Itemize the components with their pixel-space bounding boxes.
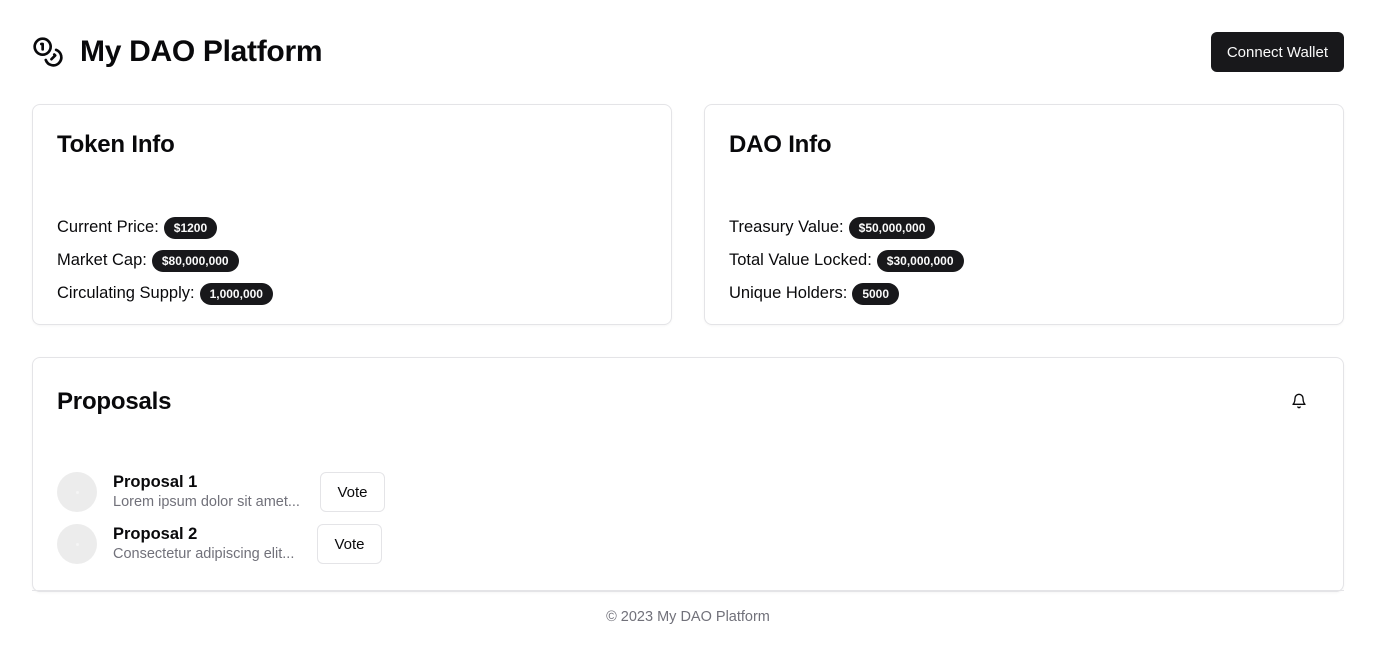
stat-label: Treasury Value: [729,218,844,236]
avatar [57,524,97,564]
proposal-title: Proposal 1 [113,473,198,491]
brand: My DAO Platform [32,35,323,69]
page-title: My DAO Platform [80,35,323,68]
stat-unique-holders: Unique Holders: 5000 [729,277,964,310]
token-info-title: Token Info [57,131,175,158]
stat-treasury-value: Treasury Value: $50,000,000 [729,211,964,244]
proposal-description: Lorem ipsum dolor sit amet... [113,494,300,510]
stat-badge: 5000 [852,282,900,305]
stat-badge: 1,000,000 [199,282,273,305]
vote-button[interactable]: Vote [317,524,382,564]
stat-label: Market Cap: [57,251,147,269]
stat-current-price: Current Price: $1200 [57,211,273,244]
vote-button[interactable]: Vote [320,472,385,512]
stat-badge: $1200 [163,216,218,239]
stat-circulating-supply: Circulating Supply: 1,000,000 [57,277,273,310]
stat-badge: $30,000,000 [876,249,964,272]
stat-market-cap: Market Cap: $80,000,000 [57,244,273,277]
footer: © 2023 My DAO Platform [32,590,1344,625]
list-item: Proposal 1 Lorem ipsum dolor sit amet...… [57,472,385,512]
stat-badge: $50,000,000 [848,216,936,239]
proposals-card: Proposals Proposal 1 Lorem ipsum dolor s… [32,357,1344,592]
stat-label: Unique Holders: [729,284,848,302]
avatar [57,472,97,512]
stat-label: Current Price: [57,218,159,236]
stat-badge: $80,000,000 [151,249,239,272]
token-stats: Current Price: $1200 Market Cap: $80,000… [57,211,273,310]
token-info-card: Token Info Current Price: $1200 Market C… [32,104,672,325]
app-header: My DAO Platform Connect Wallet [32,32,1344,72]
notifications-button[interactable] [1279,388,1319,418]
coins-icon [32,36,64,68]
bell-icon [1291,393,1307,414]
stat-label: Circulating Supply: [57,284,195,302]
proposals-title: Proposals [57,388,172,415]
stat-total-value-locked: Total Value Locked: $30,000,000 [729,244,964,277]
proposal-description: Consectetur adipiscing elit... [113,546,295,562]
footer-text: © 2023 My DAO Platform [606,609,770,625]
proposal-title: Proposal 2 [113,525,198,543]
dao-info-title: DAO Info [729,131,832,158]
stat-label: Total Value Locked: [729,251,872,269]
dao-stats: Treasury Value: $50,000,000 Total Value … [729,211,964,310]
list-item: Proposal 2 Consectetur adipiscing elit..… [57,524,385,564]
connect-wallet-button[interactable]: Connect Wallet [1210,32,1344,72]
dao-info-card: DAO Info Treasury Value: $50,000,000 Tot… [704,104,1344,325]
proposal-list: Proposal 1 Lorem ipsum dolor sit amet...… [57,472,385,576]
